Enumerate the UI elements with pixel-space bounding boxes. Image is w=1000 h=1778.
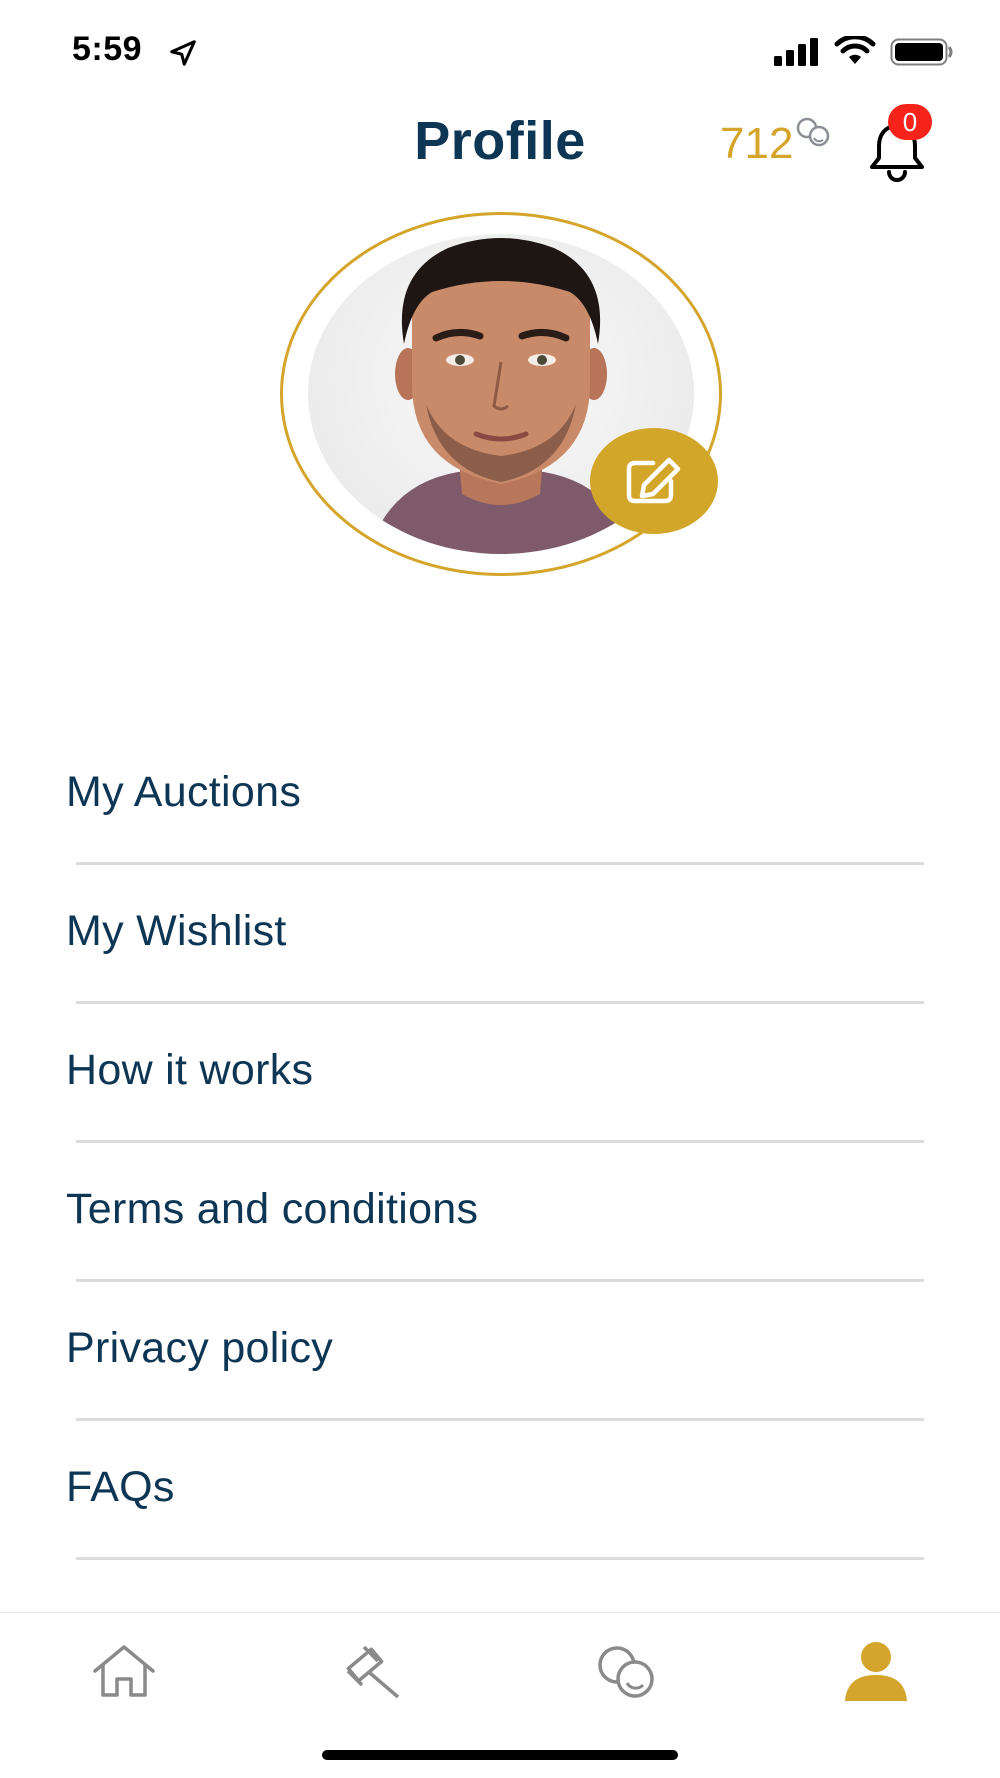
menu-item-label: FAQs <box>66 1463 175 1511</box>
edit-icon <box>626 457 681 504</box>
menu-item-how-it-works[interactable]: How it works <box>0 992 1000 1143</box>
profile-icon <box>845 1642 907 1701</box>
menu-item-label: Terms and conditions <box>66 1185 479 1233</box>
coins-icon <box>797 117 830 147</box>
coins-icon <box>598 1646 654 1698</box>
status-bar: 5:59 <box>0 0 1000 100</box>
tab-home[interactable] <box>84 1633 164 1709</box>
menu-item-my-wishlist[interactable]: My Wishlist <box>0 853 1000 1004</box>
wifi-icon <box>834 36 876 64</box>
menu-item-label: My Wishlist <box>66 907 287 955</box>
gavel-icon <box>346 1645 400 1699</box>
coin-balance[interactable]: 712 <box>720 117 833 178</box>
status-time: 5:59 <box>72 30 143 68</box>
profile-menu: My Auctions My Wishlist How it works Ter… <box>0 714 1000 1560</box>
menu-item-label: How it works <box>66 1046 314 1094</box>
menu-item-label: My Auctions <box>66 768 302 816</box>
tab-coins[interactable] <box>586 1633 666 1709</box>
page-title-text: Profile <box>414 111 586 171</box>
edit-profile-photo-button[interactable] <box>590 428 718 534</box>
divider <box>76 1557 924 1560</box>
home-indicator[interactable] <box>322 1750 678 1760</box>
location-arrow-icon <box>170 40 196 66</box>
page-title: Profile <box>0 110 1000 172</box>
menu-item-my-auctions[interactable]: My Auctions <box>0 714 1000 865</box>
battery-icon <box>890 38 953 66</box>
menu-item-faqs[interactable]: FAQs <box>0 1409 1000 1560</box>
home-icon <box>93 1645 155 1697</box>
menu-item-privacy-policy[interactable]: Privacy policy <box>0 1270 1000 1421</box>
coin-balance-value: 712 <box>720 119 794 168</box>
notification-badge: 0 <box>888 104 932 140</box>
tab-profile[interactable] <box>836 1633 916 1709</box>
menu-item-terms-and-conditions[interactable]: Terms and conditions <box>0 1131 1000 1282</box>
menu-item-label: Privacy policy <box>66 1324 334 1372</box>
signal-icon <box>774 38 818 66</box>
tab-auctions[interactable] <box>336 1633 416 1709</box>
